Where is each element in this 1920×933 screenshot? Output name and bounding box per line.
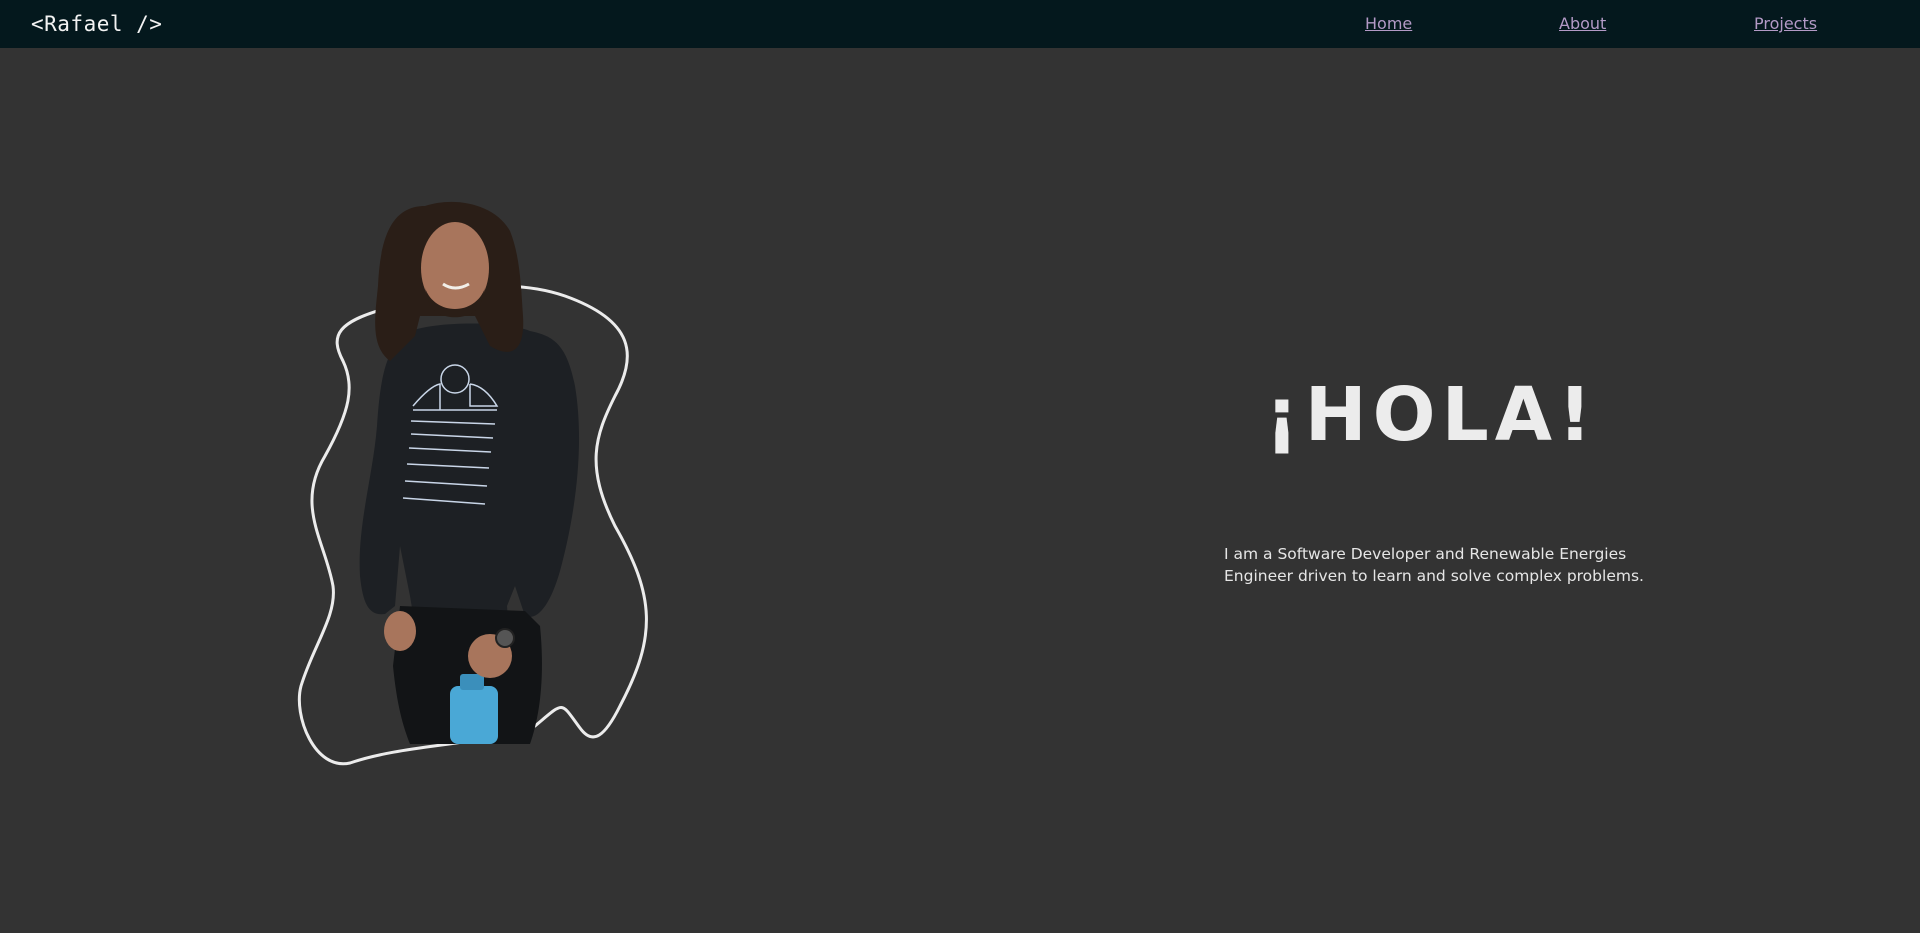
bottle	[450, 686, 498, 744]
portrait-illustration	[297, 201, 648, 766]
top-navbar: <Rafael /> Home About Projects	[0, 0, 1920, 48]
watch	[495, 628, 515, 648]
nav-link-about[interactable]: About	[1559, 14, 1606, 33]
left-hand	[384, 611, 416, 651]
hero-greeting: ¡HOLA!	[1265, 372, 1598, 458]
hero-portrait	[275, 196, 675, 771]
hero-bio: I am a Software Developer and Renewable …	[1224, 545, 1644, 585]
site-logo[interactable]: <Rafael />	[31, 12, 162, 36]
nav-link-home[interactable]: Home	[1365, 14, 1412, 33]
nav-link-projects[interactable]: Projects	[1754, 14, 1817, 33]
bottle-cap	[460, 674, 484, 690]
